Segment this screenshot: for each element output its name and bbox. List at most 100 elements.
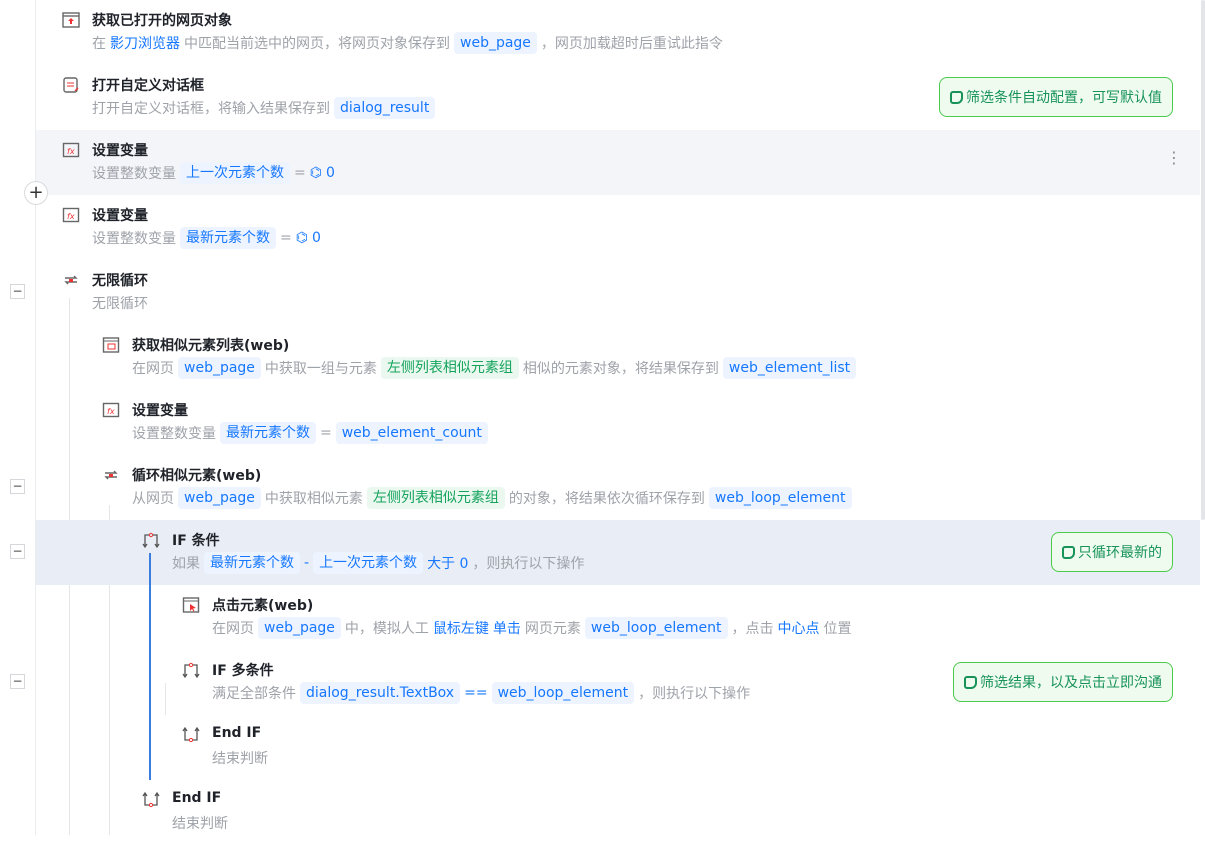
if-branch-icon: [142, 532, 160, 549]
desc-text: 结束判断: [172, 816, 228, 832]
step-title: 设置变量: [92, 208, 148, 224]
step-desc: 在 影刀浏览器 中匹配当前选中的网页，将网页对象保存到 web_page ，网页…: [92, 32, 723, 54]
step-desc: 从网页 web_page 中获取相似元素 左侧列表相似元素组 的对象，将结果依次…: [132, 487, 852, 509]
note-icon: [950, 90, 963, 104]
collapse-button[interactable]: −: [10, 544, 25, 559]
desc-text: 相似的元素对象，将结果保存到: [522, 361, 719, 377]
variable-chip[interactable]: 上一次元素个数: [180, 162, 290, 184]
step-title: 循环相似元素(web): [132, 468, 262, 484]
step-title: 获取已打开的网页对象: [92, 13, 232, 29]
step-desc: 设置整数变量 最新元素个数 = ⌬ 0: [92, 227, 321, 249]
collapse-button[interactable]: −: [10, 479, 25, 494]
end-if-icon: [142, 791, 160, 808]
collapse-button[interactable]: −: [10, 284, 25, 299]
step-open-dialog[interactable]: 打开自定义对话框 打开自定义对话框，将输入结果保存到 dialog_result…: [36, 65, 1200, 130]
value-text: 0: [325, 165, 335, 181]
if-block-line: [165, 683, 166, 715]
end-if-icon: [182, 726, 200, 743]
step-get-similar-elements[interactable]: 获取相似元素列表(web) 在网页 web_page 中获取一组与元素 左侧列表…: [36, 325, 1200, 390]
variable-chip[interactable]: web_loop_element: [584, 617, 728, 639]
variable-chip[interactable]: web_loop_element: [491, 682, 635, 704]
variable-chip[interactable]: 上一次元素个数: [313, 552, 424, 574]
step-if-condition[interactable]: IF 条件 如果 最新元素个数 - 上一次元素个数 大于 0 ，则执行以下操作 …: [36, 520, 1200, 585]
desc-text: 从网页: [132, 491, 174, 507]
step-desc: 如果 最新元素个数 - 上一次元素个数 大于 0 ，则执行以下操作: [172, 552, 584, 574]
step-desc: 打开自定义对话框，将输入结果保存到 dialog_result: [92, 97, 436, 119]
variable-chip[interactable]: web_element_count: [335, 422, 488, 444]
svg-text:fx: fx: [67, 147, 75, 156]
step-loop-similar-elements[interactable]: 循环相似元素(web) 从网页 web_page 中获取相似元素 左侧列表相似元…: [36, 455, 1200, 520]
step-title: 设置变量: [92, 143, 148, 159]
note-badge[interactable]: 只循环最新的: [1051, 532, 1173, 572]
step-set-variable-prev[interactable]: fx 设置变量 设置整数变量 上一次元素个数 = ⌬ 0 ⋮: [36, 130, 1200, 195]
desc-text: 结束判断: [212, 751, 268, 767]
step-get-webpage[interactable]: 获取已打开的网页对象 在 影刀浏览器 中匹配当前选中的网页，将网页对象保存到 w…: [36, 0, 1200, 65]
step-click-element[interactable]: 点击元素(web) 在网页 web_page 中，模拟人工 鼠标左键 单击 网页…: [36, 585, 1200, 650]
step-desc: 设置整数变量 上一次元素个数 = ⌬ 0: [92, 162, 335, 184]
desc-text: 满足全部条件: [212, 686, 296, 702]
variable-chip[interactable]: 最新元素个数: [220, 422, 316, 444]
desc-text: 无限循环: [92, 296, 148, 312]
desc-text: ，点击: [731, 621, 774, 637]
browser-name: 影刀浏览器: [110, 36, 180, 52]
step-desc: 结束判断: [212, 747, 268, 769]
note-badge[interactable]: 筛选条件自动配置，可写默认值: [939, 77, 1173, 117]
browser-icon: [62, 12, 80, 28]
desc-text: 中，模拟人工: [344, 621, 429, 637]
desc-text: ，网页加载超时后重试此指令: [540, 36, 723, 52]
variable-chip[interactable]: web_page: [454, 32, 537, 54]
variable-chip[interactable]: 最新元素个数: [180, 227, 276, 249]
click-position-text: 中心点: [777, 621, 820, 637]
variable-chip[interactable]: web_loop_element: [708, 487, 852, 509]
step-title: 点击元素(web): [212, 598, 314, 614]
variable-chip[interactable]: dialog_result: [334, 97, 436, 119]
note-text: 筛选结果，以及点击立即沟通: [980, 675, 1162, 691]
step-desc: 满足全部条件 dialog_result.TextBox == web_loop…: [212, 682, 750, 704]
if-block-line: [149, 553, 151, 780]
variable-chip[interactable]: web_page: [258, 617, 341, 639]
variable-chip[interactable]: web_page: [178, 487, 261, 509]
svg-text:fx: fx: [107, 407, 115, 416]
step-set-variable-latest[interactable]: fx 设置变量 设置整数变量 最新元素个数 = ⌬ 0: [36, 195, 1200, 260]
step-title: End IF: [172, 790, 222, 806]
step-title: 打开自定义对话框: [92, 78, 204, 94]
step-if-multi-condition[interactable]: IF 多条件 满足全部条件 dialog_result.TextBox == w…: [36, 650, 1200, 715]
add-step-button[interactable]: +: [24, 181, 48, 205]
equals-sign: =: [280, 230, 292, 246]
python-icon: ⌬: [309, 165, 322, 181]
variable-chip[interactable]: web_element_list: [722, 357, 857, 379]
more-options-icon[interactable]: ⋮: [1166, 150, 1182, 166]
desc-text: 在: [92, 36, 106, 52]
step-end-if-outer[interactable]: End IF 结束判断: [36, 780, 1200, 845]
note-text: 筛选条件自动配置，可写默认值: [966, 90, 1162, 106]
step-end-if-inner[interactable]: End IF 结束判断: [36, 715, 1200, 780]
variable-chip[interactable]: web_page: [178, 357, 261, 379]
mouse-button-text: 鼠标左键: [432, 621, 489, 637]
loop-element-icon: [104, 470, 118, 480]
step-desc: 结束判断: [172, 812, 228, 834]
desc-text: ，则执行以下操作: [638, 686, 751, 702]
collapse-button[interactable]: −: [10, 674, 25, 689]
step-desc: 无限循环: [92, 292, 148, 314]
scrollbar[interactable]: [1201, 0, 1205, 520]
step-set-variable-count[interactable]: fx 设置变量 设置整数变量 最新元素个数 = web_element_coun…: [36, 390, 1200, 455]
variable-chip[interactable]: 最新元素个数: [204, 552, 300, 574]
python-icon: ⌬: [295, 230, 308, 246]
step-title: 获取相似元素列表(web): [132, 338, 290, 354]
variable-chip[interactable]: dialog_result.TextBox: [300, 682, 461, 704]
note-icon: [1062, 545, 1075, 559]
equals-sign: =: [294, 165, 306, 181]
if-branch-icon: [182, 662, 200, 679]
note-badge[interactable]: 筛选结果，以及点击立即沟通: [953, 662, 1173, 702]
click-element-icon: [182, 597, 200, 613]
value-text: 0: [311, 230, 321, 246]
loop-icon: [64, 275, 78, 285]
element-chip[interactable]: 左侧列表相似元素组: [366, 487, 505, 509]
step-infinite-loop[interactable]: 无限循环 无限循环: [36, 260, 1200, 325]
step-desc: 在网页 web_page 中获取一组与元素 左侧列表相似元素组 相似的元素对象，…: [132, 357, 857, 379]
desc-text: 在网页: [212, 621, 254, 637]
element-chip[interactable]: 左侧列表相似元素组: [380, 357, 519, 379]
desc-text: 设置整数变量: [132, 426, 216, 442]
operator-text: -: [304, 555, 310, 571]
variable-fx-icon: fx: [102, 402, 120, 418]
